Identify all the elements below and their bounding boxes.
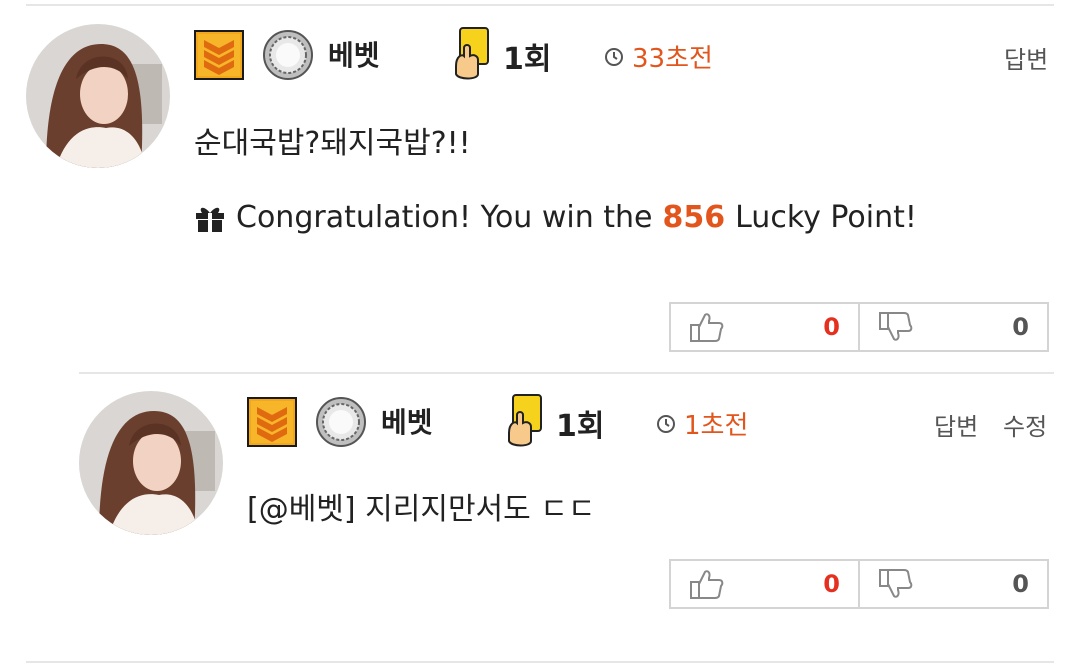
dislike-count: 0 xyxy=(1012,570,1029,598)
bottom-divider xyxy=(26,661,1054,663)
lucky-point-message: Congratulation! You win the 856 Lucky Po… xyxy=(194,200,917,235)
timestamp: 1초전 xyxy=(656,405,748,442)
timestamp-text: 33초전 xyxy=(632,44,713,74)
vote-box: 0 0 xyxy=(669,559,1049,609)
vote-box: 0 0 xyxy=(669,302,1049,352)
rank-icon xyxy=(194,30,244,80)
thumbs-up-icon xyxy=(690,570,724,599)
clock-icon xyxy=(657,414,675,433)
like-button[interactable]: 0 xyxy=(671,304,858,350)
clock-icon xyxy=(605,47,623,66)
gift-icon xyxy=(196,207,224,232)
like-count: 0 xyxy=(823,313,840,341)
avatar[interactable] xyxy=(79,391,223,535)
dislike-count: 0 xyxy=(1012,313,1029,341)
timestamp-text: 1초전 xyxy=(684,411,749,441)
silver-medal-icon xyxy=(263,30,313,80)
comment-text: [@베벳] 지리지만서도 ㄷㄷ xyxy=(247,484,596,528)
edit-button[interactable]: 수정 xyxy=(1003,407,1047,442)
dislike-button[interactable]: 0 xyxy=(858,561,1047,607)
comment-body: 지리지만서도 ㄷㄷ xyxy=(365,492,596,527)
like-count: 0 xyxy=(823,570,840,598)
thumbs-down-icon xyxy=(879,312,913,341)
top-divider xyxy=(26,4,1054,6)
timestamp: 33초전 xyxy=(604,38,713,75)
lucky-points: 856 xyxy=(662,200,726,235)
yellow-card-icon xyxy=(454,26,490,82)
nickname[interactable]: 베벳 xyxy=(328,34,380,74)
silver-medal-icon xyxy=(316,397,366,447)
reply-button[interactable]: 답변 xyxy=(934,407,978,442)
reply-button[interactable]: 답변 xyxy=(1004,40,1048,75)
dislike-button[interactable]: 0 xyxy=(858,304,1047,350)
avatar[interactable] xyxy=(26,24,170,168)
rank-icon xyxy=(247,397,297,447)
comment-text: 순대국밥?돼지국밥?!! xyxy=(194,126,471,161)
lucky-prefix: Congratulation! You win the xyxy=(236,200,653,235)
mention[interactable]: [@베벳] xyxy=(247,492,356,527)
card-count: 1회 xyxy=(503,42,552,77)
reply-divider xyxy=(79,372,1054,374)
nickname[interactable]: 베벳 xyxy=(381,401,433,441)
thumbs-up-icon xyxy=(690,313,724,342)
card-count: 1회 xyxy=(556,409,605,444)
yellow-card-icon xyxy=(507,393,543,449)
thumbs-down-icon xyxy=(879,569,913,598)
lucky-suffix: Lucky Point! xyxy=(735,200,917,235)
like-button[interactable]: 0 xyxy=(671,561,858,607)
